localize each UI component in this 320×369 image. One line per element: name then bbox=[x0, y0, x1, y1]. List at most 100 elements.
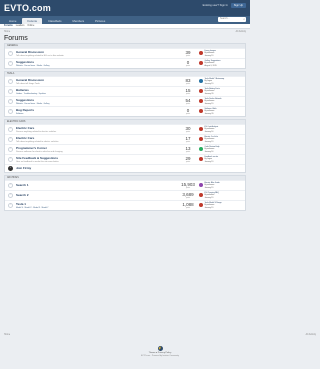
forum-status-icon: ○ bbox=[8, 61, 13, 66]
avatar[interactable] bbox=[199, 109, 203, 114]
forum-title[interactable]: Programmer's Corner bbox=[16, 146, 177, 151]
forum-status-icon: ○ bbox=[8, 183, 13, 188]
subforum-links[interactable]: Model S · Model X · Model 3 · Model Y bbox=[16, 207, 177, 209]
forum-row[interactable]: ○ Tesla 1 Model S · Model X · Model 3 · … bbox=[5, 200, 245, 210]
nav-tab-forums[interactable]: Forums bbox=[22, 18, 42, 24]
header-user-links: Existing user? Sign In Sign Up bbox=[203, 3, 246, 9]
forum-row[interactable]: ○ Search 1 15,903 posts Electric Bike Gu… bbox=[5, 180, 245, 190]
post-count-label: posts bbox=[185, 103, 191, 106]
search-input[interactable]: Search... ⌕ bbox=[218, 17, 246, 22]
forum-row[interactable]: ○ Electric Cars Talk about anything rela… bbox=[5, 134, 245, 144]
forum-title[interactable]: Join Firmy bbox=[16, 167, 177, 171]
avatar[interactable] bbox=[199, 137, 203, 142]
avatar[interactable] bbox=[199, 79, 203, 84]
avatar[interactable] bbox=[199, 183, 203, 188]
nav-tab-pictures[interactable]: Pictures bbox=[90, 18, 110, 24]
last-post: EV Charging FAQ By unknown January 19 bbox=[199, 192, 245, 199]
last-post: Funny Images By unknown January 19 bbox=[199, 50, 245, 57]
forum-category: General ○ General Discussion Talk about … bbox=[4, 43, 246, 69]
forum-post-count: 1,088 posts bbox=[177, 202, 199, 210]
last-post-info: Electric Car Infra By unknown January 19 bbox=[205, 136, 218, 143]
nav-tab-classifieds[interactable]: Classifieds bbox=[43, 18, 67, 24]
avatar[interactable] bbox=[199, 61, 203, 66]
bottom-all-activity-link[interactable]: All Activity bbox=[306, 334, 316, 337]
forum-title[interactable]: Electric Cars bbox=[16, 136, 177, 141]
breadcrumb-home[interactable]: Home bbox=[4, 31, 10, 33]
forum-status-icon: ○ bbox=[8, 137, 13, 142]
sign-in-link[interactable]: Existing user? Sign In bbox=[203, 4, 228, 7]
forum-row[interactable]: ○ Electric Cars Discuss anything related… bbox=[5, 124, 245, 134]
bottom-breadcrumb: Home All Activity bbox=[4, 334, 316, 337]
nav-tab-members[interactable]: Members bbox=[67, 18, 89, 24]
forum-row[interactable]: ○ Programmer's Corner Discuss software f… bbox=[5, 144, 245, 154]
forum-row[interactable]: ↗ Join Firmy bbox=[5, 164, 245, 172]
forum-title[interactable]: Electric Cars bbox=[16, 126, 177, 131]
forum-title[interactable]: Search 2 bbox=[16, 194, 177, 198]
all-activity-link[interactable]: All Activity bbox=[236, 31, 246, 33]
last-post: Tesla Model S Range By unknown January 1… bbox=[199, 202, 245, 209]
main-nav: Home Forums Classifieds Members Pictures… bbox=[0, 16, 250, 24]
post-count-label: posts bbox=[185, 187, 191, 190]
last-post-date: January 16 bbox=[204, 130, 214, 133]
avatar[interactable] bbox=[199, 99, 203, 104]
site-header: EVTO.com Existing user? Sign In Sign Up bbox=[0, 0, 250, 16]
post-count-label: posts bbox=[185, 65, 191, 68]
site-logo[interactable]: EVTO.com bbox=[4, 3, 51, 14]
forum-post-count: 15 posts bbox=[177, 88, 199, 96]
avatar[interactable] bbox=[199, 89, 203, 94]
forum-post-count: 0 posts bbox=[177, 108, 199, 116]
subforum-links[interactable]: Software bbox=[16, 113, 177, 115]
bottom-breadcrumb-home[interactable]: Home bbox=[4, 334, 10, 337]
subnav-forums[interactable]: Forums bbox=[4, 24, 13, 27]
forum-row[interactable]: ○ Batteries Guides · Troubleshooting · U… bbox=[5, 86, 245, 96]
forum-status-icon: ○ bbox=[8, 51, 13, 56]
last-post-date: January 19 bbox=[204, 54, 214, 57]
forum-info: Tesla 1 Model S · Model X · Model 3 · Mo… bbox=[16, 202, 177, 210]
post-count-label: posts bbox=[185, 197, 191, 200]
forum-status-icon: ○ bbox=[8, 157, 13, 162]
forum-post-count: 54 posts bbox=[177, 98, 199, 106]
forum-info: Search 2 bbox=[16, 193, 177, 198]
forum-title[interactable]: Tesla 1 bbox=[16, 202, 177, 207]
forum-row[interactable]: ○ Bug Reports Software 0 posts Software … bbox=[5, 106, 245, 116]
sign-up-button[interactable]: Sign Up bbox=[230, 3, 246, 9]
last-post: Feedback on site By Logan January 19 bbox=[199, 156, 245, 163]
last-post: Gallery Suggestions By unknown August 9,… bbox=[199, 60, 245, 67]
last-post: EV Cost Analysis By unknown January 16 bbox=[199, 126, 245, 133]
nav-tab-home[interactable]: Home bbox=[4, 18, 21, 24]
subnav-leaders[interactable]: Leaders bbox=[16, 24, 25, 27]
avatar[interactable] bbox=[199, 147, 203, 152]
post-count-label: posts bbox=[185, 55, 191, 58]
avatar[interactable] bbox=[199, 203, 203, 208]
post-count-label: posts bbox=[185, 113, 191, 116]
subforum-links[interactable]: Website · Forum Items · Media · Gallery bbox=[16, 65, 177, 67]
subnav-online[interactable]: Online bbox=[27, 24, 34, 27]
forum-post-count: 13 posts bbox=[177, 146, 199, 154]
forum-row[interactable]: ○ General Discussion Talk about all thin… bbox=[5, 76, 245, 86]
forum-title[interactable]: General Discussion bbox=[16, 78, 177, 83]
forum-title[interactable]: General Discussion bbox=[16, 50, 177, 55]
forum-title[interactable]: Bug Reports bbox=[16, 108, 177, 113]
forum-info: Electric Cars Discuss anything related t… bbox=[16, 125, 177, 133]
forum-title[interactable]: Site Feedback & Suggestions bbox=[16, 156, 177, 161]
forum-row[interactable]: ○ Site Feedback & Suggestions Give us fe… bbox=[5, 154, 245, 164]
forum-status-icon: ○ bbox=[8, 127, 13, 132]
forum-status-icon: ○ bbox=[8, 193, 13, 198]
site-footer: ⚡ Theme ▾ Privacy Policy EVTO.com · Powe… bbox=[0, 346, 320, 358]
avatar[interactable] bbox=[199, 193, 203, 198]
forum-row[interactable]: ○ General Discussion Talk about anything… bbox=[5, 48, 245, 58]
forum-row[interactable]: ○ Suggestions Website · Forum Items · Me… bbox=[5, 96, 245, 106]
forum-title[interactable]: Search 1 bbox=[16, 184, 177, 188]
avatar[interactable] bbox=[199, 51, 203, 56]
forum-row[interactable]: ○ Search 2 3,689 posts EV Charging FAQ B… bbox=[5, 190, 245, 200]
avatar[interactable] bbox=[199, 127, 203, 132]
forum-category: Electric Cars ○ Electric Cars Discuss an… bbox=[4, 119, 246, 173]
forum-info: Suggestions Website · Forum Items · Medi… bbox=[16, 60, 177, 68]
last-post-date: January 19 bbox=[204, 102, 214, 105]
avatar[interactable] bbox=[199, 157, 203, 162]
forum-post-count: 30 posts bbox=[177, 126, 199, 134]
last-post: Tesla Battery Facts By unknown January 2… bbox=[199, 88, 245, 95]
search-icon[interactable]: ⌕ bbox=[243, 17, 245, 22]
forum-row[interactable]: ○ Suggestions Website · Forum Items · Me… bbox=[5, 58, 245, 68]
post-count-label: posts bbox=[185, 151, 191, 154]
